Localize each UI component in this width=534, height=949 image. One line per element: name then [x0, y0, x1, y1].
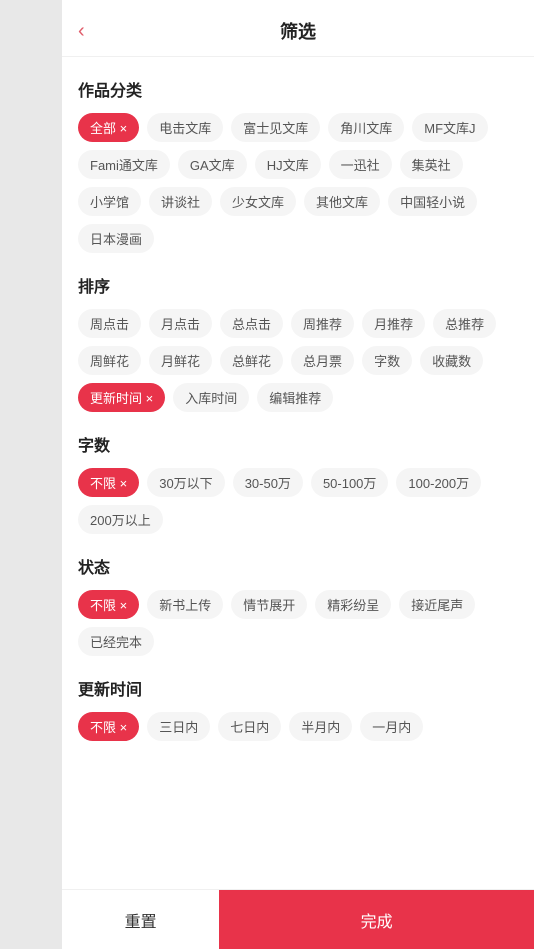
section-sort: 排序 周点击月点击总点击周推荐月推荐总推荐周鲜花月鲜花总鲜花总月票字数收藏数更新…	[78, 273, 518, 412]
tag-item[interactable]: MF文库J	[412, 113, 487, 142]
section-words: 字数 不限 × 30万以下 30-50万 50-100万 100-200万 200万以上	[78, 432, 518, 534]
tag-item[interactable]: HJ文库	[255, 150, 321, 179]
tag-item[interactable]: 情节展开	[231, 590, 307, 619]
tag-item[interactable]: 集英社	[400, 150, 463, 179]
tag-item[interactable]: 总点击	[220, 309, 283, 338]
footer: 重置 完成	[62, 889, 534, 949]
sort-tags: 周点击月点击总点击周推荐月推荐总推荐周鲜花月鲜花总鲜花总月票字数收藏数更新时间 …	[78, 309, 518, 412]
tag-item[interactable]: 半月内	[289, 712, 352, 741]
tag-item[interactable]: 30-50万	[233, 468, 303, 497]
tag-item[interactable]: 月推荐	[362, 309, 425, 338]
section-category-title: 作品分类	[78, 77, 518, 101]
section-status-title: 状态	[78, 554, 518, 578]
confirm-button[interactable]: 完成	[219, 890, 534, 949]
tag-item[interactable]: 富士见文库	[231, 113, 320, 142]
tag-item[interactable]: 一迅社	[329, 150, 392, 179]
tag-item[interactable]: 周鲜花	[78, 346, 141, 375]
tag-item[interactable]: 接近尾声	[399, 590, 475, 619]
section-sort-title: 排序	[78, 273, 518, 297]
tag-item[interactable]: 小学馆	[78, 187, 141, 216]
tag-item[interactable]: 100-200万	[396, 468, 481, 497]
tag-item[interactable]: 字数	[362, 346, 412, 375]
filter-content: 作品分类 全部 × 电击文库富士见文库角川文库 MF文库J Fami通文库 GA文库 HJ…	[62, 57, 534, 889]
tag-item[interactable]: 月鲜花	[149, 346, 212, 375]
tag-item[interactable]: 中国轻小说	[388, 187, 477, 216]
tag-item[interactable]: 日本漫画	[78, 224, 154, 253]
tag-item[interactable]: Fami通文库	[78, 150, 170, 179]
tag-item[interactable]: 一月内	[360, 712, 423, 741]
tag-item[interactable]: 周推荐	[291, 309, 354, 338]
status-tags: 不限 × 新书上传情节展开精彩纷呈接近尾声已经完本	[78, 590, 518, 656]
back-button[interactable]: ‹	[78, 20, 85, 43]
tag-item[interactable]: 50-100万	[311, 468, 388, 497]
tag-item[interactable]: GA文库	[178, 150, 247, 179]
tag-item[interactable]: 30万以下	[147, 468, 224, 497]
section-update-time-title: 更新时间	[78, 676, 518, 700]
tag-item[interactable]: 全部 ×	[78, 113, 139, 142]
tag-item[interactable]: 其他文库	[304, 187, 380, 216]
section-words-title: 字数	[78, 432, 518, 456]
tag-item[interactable]: 讲谈社	[149, 187, 212, 216]
tag-item[interactable]: 不限 ×	[78, 712, 139, 741]
tag-item[interactable]: 新书上传	[147, 590, 223, 619]
tag-item[interactable]: 总鲜花	[220, 346, 283, 375]
tag-item[interactable]: 编辑推荐	[257, 383, 333, 412]
header-title: 筛选	[280, 18, 316, 44]
section-update-time: 更新时间 不限 × 三日内七日内半月内一月内	[78, 676, 518, 741]
tag-item[interactable]: 角川文库	[328, 113, 404, 142]
section-status: 状态 不限 × 新书上传情节展开精彩纷呈接近尾声已经完本	[78, 554, 518, 656]
filter-header: ‹ 筛选	[62, 0, 534, 57]
tag-item[interactable]: 精彩纷呈	[315, 590, 391, 619]
tag-item[interactable]: 总月票	[291, 346, 354, 375]
tag-item[interactable]: 不限 ×	[78, 590, 139, 619]
tag-item[interactable]: 电击文库	[147, 113, 223, 142]
tag-item[interactable]: 入库时间	[173, 383, 249, 412]
tag-item[interactable]: 七日内	[218, 712, 281, 741]
category-tags: 全部 × 电击文库富士见文库角川文库 MF文库J Fami通文库 GA文库 HJ文库一迅社…	[78, 113, 518, 253]
tag-item[interactable]: 总推荐	[433, 309, 496, 338]
tag-item[interactable]: 200万以上	[78, 505, 163, 534]
tag-item[interactable]: 已经完本	[78, 627, 154, 656]
tag-item[interactable]: 月点击	[149, 309, 212, 338]
tag-item[interactable]: 更新时间 ×	[78, 383, 165, 412]
words-tags: 不限 × 30万以下 30-50万 50-100万 100-200万 200万以上	[78, 468, 518, 534]
tag-item[interactable]: 三日内	[147, 712, 210, 741]
tag-item[interactable]: 周点击	[78, 309, 141, 338]
tag-item[interactable]: 少女文库	[220, 187, 296, 216]
reset-button[interactable]: 重置	[62, 890, 219, 949]
update-time-tags: 不限 × 三日内七日内半月内一月内	[78, 712, 518, 741]
tag-item[interactable]: 收藏数	[420, 346, 483, 375]
section-category: 作品分类 全部 × 电击文库富士见文库角川文库 MF文库J Fami通文库 GA文库 HJ…	[78, 77, 518, 253]
tag-item[interactable]: 不限 ×	[78, 468, 139, 497]
